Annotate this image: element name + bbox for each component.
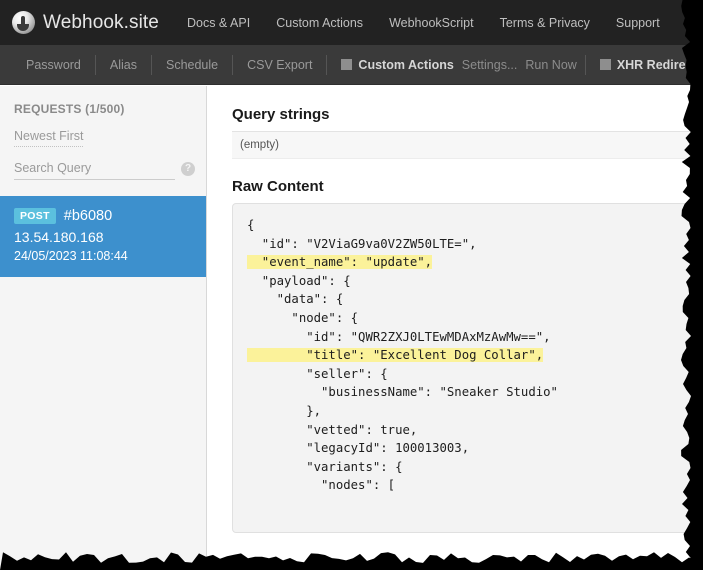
help-icon[interactable]: ?: [181, 161, 195, 176]
search-input[interactable]: [14, 159, 175, 180]
nav-link-docs-api[interactable]: Docs & API: [187, 16, 250, 30]
nav-link-terms-privacy[interactable]: Terms & Privacy: [500, 16, 590, 30]
code-line-highlight: "title": "Excellent Dog Collar",: [247, 348, 544, 363]
code-line: "seller": {: [247, 366, 388, 381]
code-line: "id": "V2ViaG9va0V2ZW50LTE=",: [247, 236, 477, 251]
toolbar-xhr-redirect-group: XHR Redirect Settin: [586, 58, 703, 72]
code-line: "businessName": "Sneaker Studio": [247, 385, 558, 400]
sidebar-header: REQUESTS (1/500) Newest First ?: [0, 86, 206, 180]
webhook-umbrella-icon: [12, 11, 35, 34]
code-line: "legacyId": 100013003,: [247, 441, 470, 456]
request-list-item[interactable]: POST #b6080 13.54.180.168 24/05/2023 11:…: [0, 196, 206, 277]
code-line-highlight: "event_name": "update",: [247, 255, 433, 270]
toolbar-alias-button[interactable]: Alias: [96, 58, 151, 72]
xhr-redirect-checkbox[interactable]: [599, 59, 611, 70]
requests-count-label: REQUESTS (1/500): [14, 102, 125, 116]
request-header-row: POST #b6080: [14, 208, 192, 224]
query-strings-value: (empty): [232, 131, 703, 159]
brand-title: Webhook.site: [43, 11, 159, 33]
code-line: "nodes": [: [247, 478, 396, 493]
request-detail-pane: Query strings (empty) Raw Content { "id"…: [208, 86, 703, 570]
toolbar-password-button[interactable]: Password: [12, 58, 95, 72]
status-badge: POST: [14, 208, 56, 224]
top-navbar: Webhook.site Docs & API Custom Actions W…: [0, 0, 703, 45]
brand-logo-link[interactable]: Webhook.site: [12, 11, 159, 34]
requests-sidebar: REQUESTS (1/500) Newest First ? POST #b6…: [0, 86, 207, 570]
code-line: {: [247, 218, 255, 232]
custom-actions-run-now-link[interactable]: Run Now: [525, 58, 576, 72]
sort-order-dropdown[interactable]: Newest First: [14, 129, 84, 147]
code-line: "variants": {: [247, 459, 403, 474]
query-strings-heading: Query strings: [232, 106, 330, 123]
app-window: Webhook.site Docs & API Custom Actions W…: [0, 0, 703, 570]
code-line: "event_name": "update",: [247, 253, 688, 272]
nav-link-custom-actions[interactable]: Custom Actions: [276, 16, 363, 30]
code-line: },: [247, 403, 322, 418]
nav-link-support[interactable]: Support: [616, 16, 660, 30]
code-line: "data": {: [247, 292, 344, 307]
request-id: #b6080: [63, 208, 113, 224]
code-line: "node": {: [247, 310, 359, 325]
code-line: "payload": {: [247, 273, 351, 288]
code-line: "vetted": true,: [247, 422, 418, 437]
toolbar-schedule-button[interactable]: Schedule: [152, 58, 232, 72]
custom-actions-checkbox[interactable]: [341, 59, 353, 70]
nav-link-webhookscript[interactable]: WebhookScript: [389, 16, 474, 30]
custom-actions-label[interactable]: Custom Actions: [358, 58, 453, 72]
raw-content-code[interactable]: { "id": "V2ViaG9va0V2ZW50LTE=", "event_n…: [232, 203, 703, 533]
request-timestamp: 24/05/2023 11:08:44: [14, 249, 128, 263]
nav-links: Docs & API Custom Actions WebhookScript …: [187, 16, 686, 30]
toolbar-custom-actions-group: Custom Actions Settings... Run Now: [327, 58, 584, 72]
code-line: "id": "QWR2ZXJ0LTEwMDAxMzAwMw==",: [247, 329, 551, 344]
search-row: ?: [14, 159, 195, 180]
raw-content-heading: Raw Content: [232, 178, 324, 195]
custom-actions-settings-link[interactable]: Settings...: [462, 58, 518, 72]
request-ip: 13.54.180.168: [14, 229, 104, 245]
toolbar-csv-export-button[interactable]: CSV Export: [233, 58, 326, 72]
xhr-redirect-label[interactable]: XHR Redirect: [617, 58, 697, 72]
actions-toolbar: Password Alias Schedule CSV Export Custo…: [0, 45, 703, 85]
code-line: "title": "Excellent Dog Collar",: [247, 346, 688, 365]
